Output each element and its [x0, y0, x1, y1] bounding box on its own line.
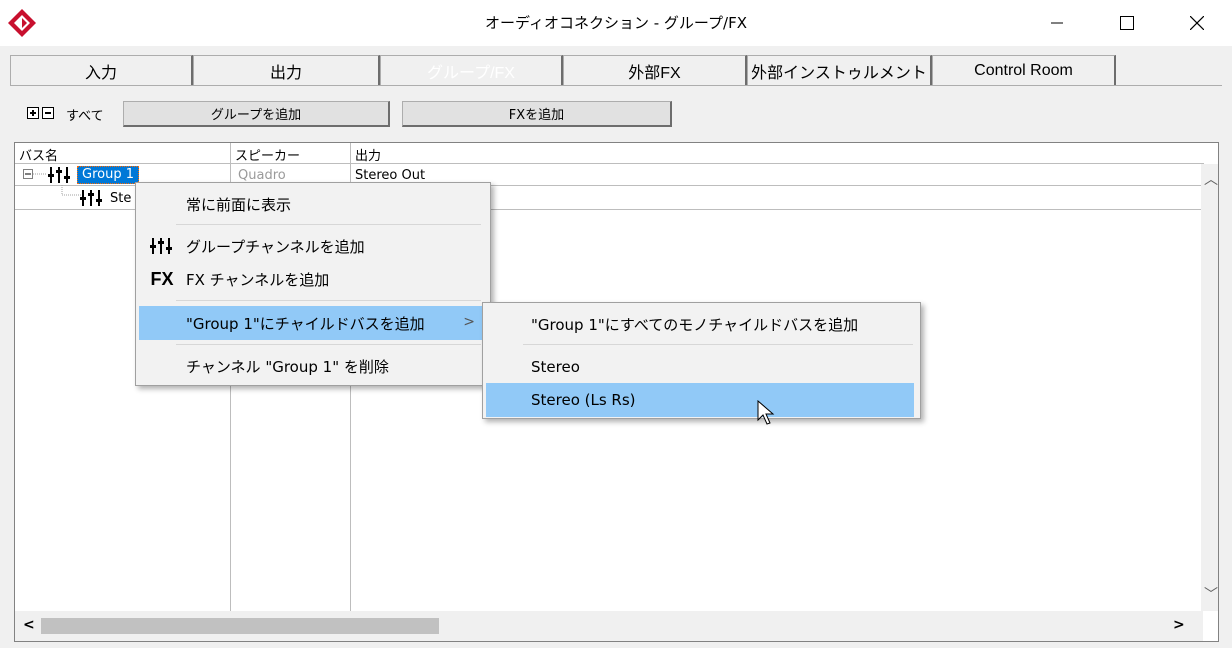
scroll-left-icon[interactable]: <	[23, 617, 35, 633]
title-bar: オーディオコネクション - グループ/FX	[0, 0, 1232, 46]
menu-item-add-group-channel[interactable]: グループチャンネルを追加	[139, 229, 487, 263]
output-cell[interactable]: Stereo Out	[355, 168, 425, 183]
column-header-bus-name[interactable]: バス名	[15, 143, 231, 164]
maximize-icon	[1120, 16, 1134, 30]
collapse-all-icon[interactable]	[42, 107, 54, 119]
tab-external-instruments[interactable]: 外部インストゥルメント	[747, 55, 932, 85]
expand-collapse-group	[27, 107, 54, 119]
tab-bar: 入力 出力 グループ/FX 外部FX 外部インストゥルメント Control R…	[10, 55, 1222, 85]
context-menu: 常に前面に表示 グループチャンネルを追加 FX FX チャンネルを追加 "Gro…	[135, 182, 491, 386]
group-channel-icon	[80, 190, 102, 206]
menu-item-delete-channel[interactable]: チャンネル "Group 1" を削除	[139, 349, 487, 383]
add-group-button[interactable]: グループを追加	[123, 101, 390, 127]
menu-item-label: グループチャンネルを追加	[186, 237, 365, 256]
submenu-item-stereo[interactable]: Stereo	[486, 350, 917, 384]
minimize-icon	[1051, 22, 1063, 24]
expand-all-icon[interactable]	[27, 107, 39, 119]
menu-item-label: FX チャンネルを追加	[186, 270, 330, 289]
menu-item-label: "Group 1"にチャイルドバスを追加	[186, 314, 425, 333]
mouse-cursor-icon	[757, 400, 775, 425]
fx-icon: FX	[150, 268, 174, 289]
submenu-item-stereo-ls-rs[interactable]: Stereo (Ls Rs)	[486, 383, 914, 417]
close-button[interactable]	[1162, 0, 1232, 46]
menu-item-label: チャンネル "Group 1" を削除	[186, 357, 389, 376]
menu-separator	[176, 344, 481, 345]
submenu-item-label: Stereo (Ls Rs)	[531, 391, 636, 409]
menu-separator	[176, 224, 481, 225]
horizontal-scroll-thumb[interactable]	[41, 618, 439, 634]
menu-separator	[176, 300, 481, 301]
child-bus-submenu: "Group 1"にすべてのモノチャイルドバスを追加 Stereo Stereo…	[482, 302, 921, 419]
scroll-down-icon[interactable]: ﹀	[1204, 584, 1218, 604]
tab-input[interactable]: 入力	[10, 55, 193, 85]
speaker-cell: Quadro	[238, 168, 286, 183]
menu-item-label: 常に前面に表示	[186, 195, 292, 214]
menu-item-always-on-top[interactable]: 常に前面に表示	[139, 187, 487, 221]
tree-connector	[61, 185, 81, 196]
add-fx-button[interactable]: FXを追加	[402, 101, 672, 127]
tab-external-fx[interactable]: 外部FX	[563, 55, 747, 85]
tree-connector	[33, 173, 47, 175]
menu-item-add-child-bus[interactable]: "Group 1"にチャイルドバスを追加 >	[139, 306, 487, 340]
minimize-button[interactable]	[1022, 0, 1092, 46]
vertical-scrollbar[interactable]: ︿ ﹀	[1201, 164, 1218, 611]
column-header-speaker[interactable]: スピーカー	[231, 143, 351, 164]
submenu-item-add-all-mono[interactable]: "Group 1"にすべてのモノチャイルドバスを追加	[486, 307, 917, 341]
tab-divider	[10, 85, 1222, 86]
tab-control-room[interactable]: Control Room	[932, 55, 1116, 85]
tab-group-fx[interactable]: グループ/FX	[380, 55, 563, 85]
close-icon	[1190, 16, 1204, 30]
submenu-item-label: "Group 1"にすべてのモノチャイルドバスを追加	[531, 315, 859, 334]
submenu-item-label: Stereo	[531, 358, 580, 376]
child-bus-name-cell[interactable]: Ste	[110, 191, 131, 206]
group-name-cell[interactable]: Group 1	[77, 166, 139, 184]
all-label: すべて	[66, 109, 104, 124]
group-channel-icon	[149, 236, 175, 256]
scroll-up-icon[interactable]: ︿	[1204, 169, 1218, 189]
menu-separator	[523, 344, 913, 345]
submenu-arrow-icon: >	[463, 314, 475, 330]
menu-item-add-fx-channel[interactable]: FX FX チャンネルを追加	[139, 262, 487, 296]
group-channel-icon	[48, 167, 70, 183]
tab-output[interactable]: 出力	[193, 55, 380, 85]
horizontal-scrollbar[interactable]: < >	[15, 611, 1203, 641]
column-header-output[interactable]: 出力	[351, 143, 1204, 164]
scroll-right-icon[interactable]: >	[1173, 617, 1185, 633]
maximize-button[interactable]	[1092, 0, 1162, 46]
